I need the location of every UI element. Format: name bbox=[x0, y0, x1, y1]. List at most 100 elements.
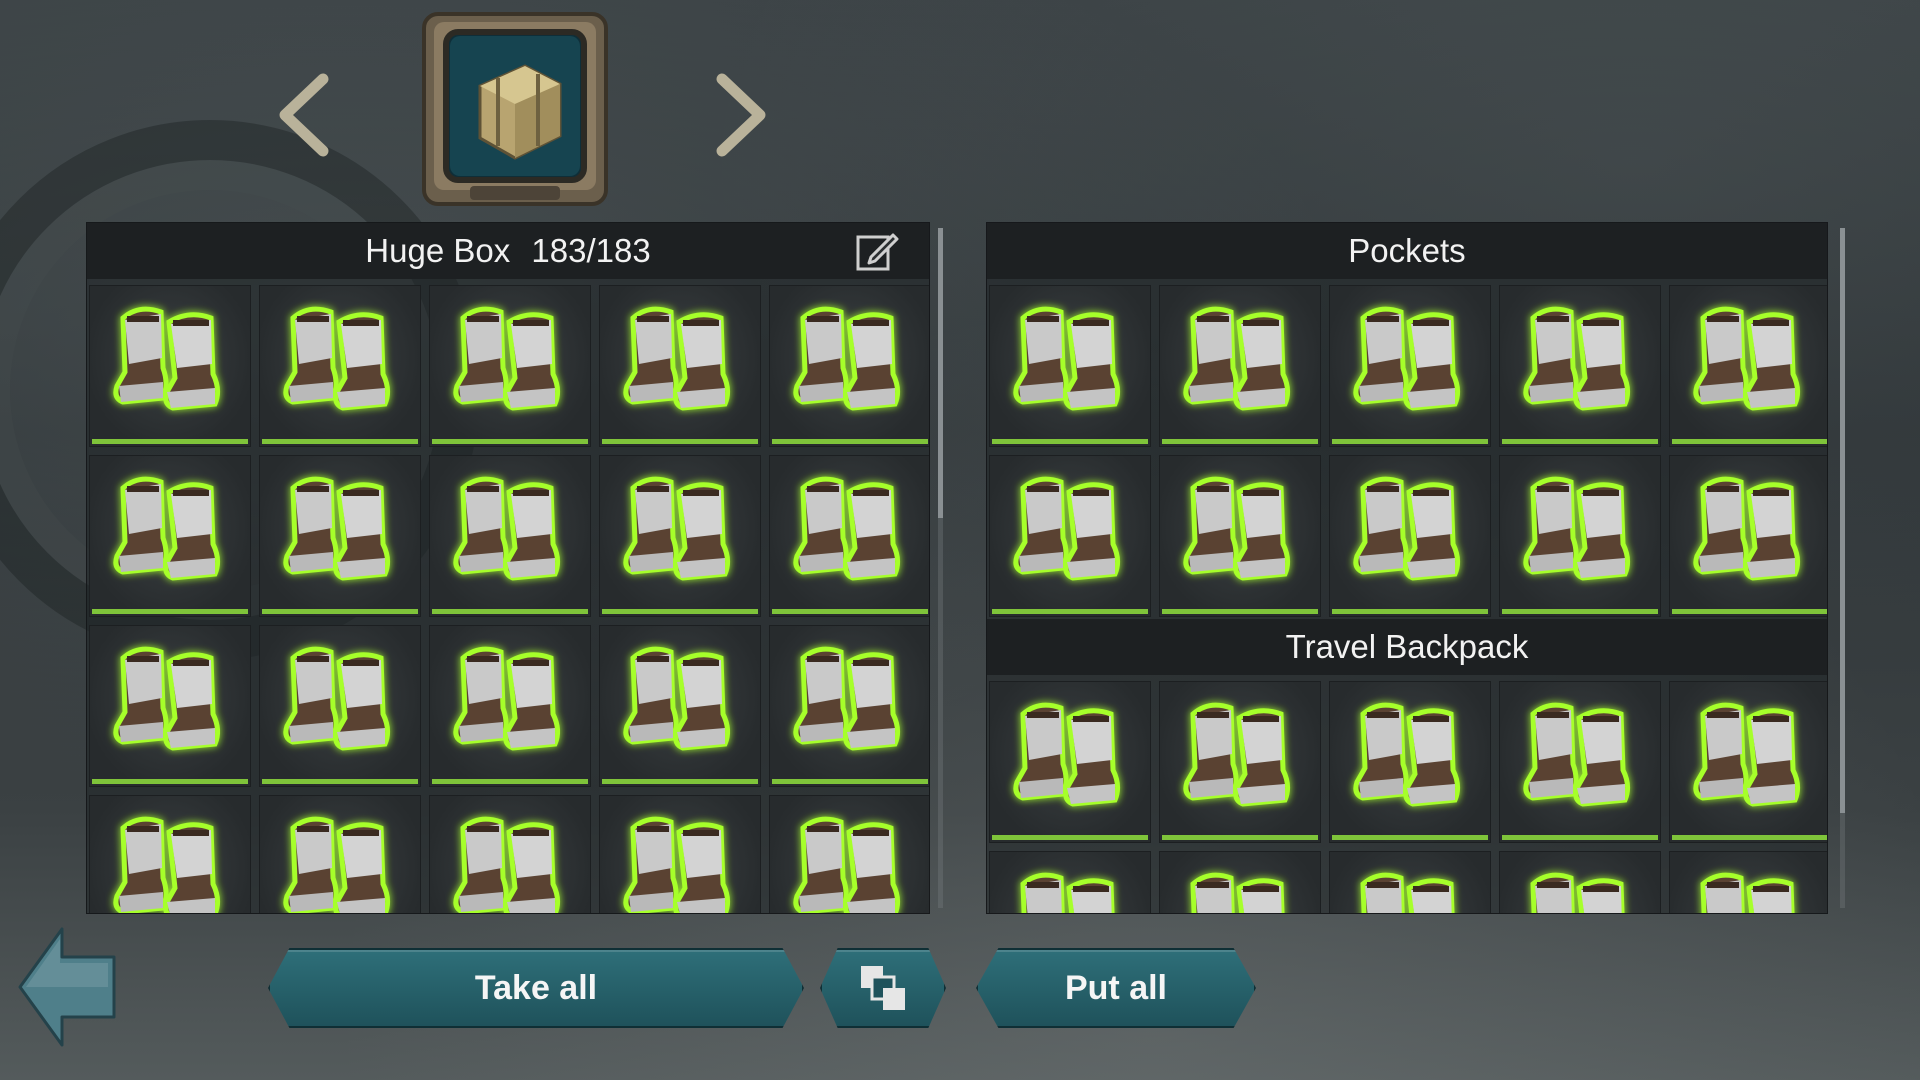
container-item-slot[interactable] bbox=[259, 285, 421, 447]
item-condition-bar bbox=[1332, 439, 1488, 444]
boots-icon bbox=[1700, 872, 1795, 913]
boots-icon bbox=[113, 816, 221, 913]
pockets-title: Pockets bbox=[1348, 232, 1466, 269]
boots-icon bbox=[1530, 872, 1625, 913]
container-item-slot[interactable] bbox=[769, 795, 929, 913]
boots-icon bbox=[793, 306, 901, 411]
boots-icon bbox=[453, 476, 561, 581]
backpack-item-slot[interactable] bbox=[1499, 681, 1661, 843]
item-condition-bar bbox=[1162, 609, 1318, 614]
item-condition-bar bbox=[602, 439, 758, 444]
container-icon bbox=[410, 6, 620, 206]
pockets-item-slot[interactable] bbox=[989, 455, 1151, 617]
container-item-slot[interactable] bbox=[599, 795, 761, 913]
container-grid bbox=[87, 279, 929, 913]
pockets-item-slot[interactable] bbox=[1499, 455, 1661, 617]
inventory-scrollbar[interactable] bbox=[1840, 228, 1845, 908]
item-condition-bar bbox=[992, 835, 1148, 840]
back-button[interactable] bbox=[16, 925, 118, 1049]
previous-container-button[interactable] bbox=[265, 70, 345, 160]
edit-icon bbox=[856, 233, 899, 271]
container-item-slot[interactable] bbox=[259, 455, 421, 617]
container-item-slot[interactable] bbox=[429, 625, 591, 787]
backpack-item-slot[interactable] bbox=[1159, 851, 1321, 913]
boots-icon bbox=[1353, 306, 1461, 411]
item-condition-bar bbox=[1672, 439, 1827, 444]
container-item-slot[interactable] bbox=[429, 285, 591, 447]
pockets-item-slot[interactable] bbox=[1669, 455, 1827, 617]
backpack-item-slot[interactable] bbox=[1159, 681, 1321, 843]
pockets-header: Pockets bbox=[987, 223, 1827, 279]
item-condition-bar bbox=[432, 609, 588, 614]
container-item-slot[interactable] bbox=[769, 455, 929, 617]
container-item-slot[interactable] bbox=[599, 285, 761, 447]
boots-icon bbox=[1190, 872, 1285, 913]
item-condition-bar bbox=[262, 779, 418, 784]
item-condition-bar bbox=[772, 779, 928, 784]
item-condition-bar bbox=[262, 609, 418, 614]
boots-icon bbox=[793, 816, 901, 913]
item-condition-bar bbox=[92, 779, 248, 784]
item-condition-bar bbox=[1332, 609, 1488, 614]
boots-icon bbox=[1693, 306, 1801, 411]
boots-icon bbox=[623, 646, 731, 751]
container-scrollbar[interactable] bbox=[938, 228, 943, 908]
container-item-slot[interactable] bbox=[89, 795, 251, 913]
put-all-button[interactable]: Put all bbox=[976, 948, 1256, 1028]
boots-icon bbox=[1523, 306, 1631, 411]
container-item-slot[interactable] bbox=[89, 285, 251, 447]
boots-icon bbox=[1693, 702, 1801, 807]
item-condition-bar bbox=[1502, 439, 1658, 444]
next-container-button[interactable] bbox=[700, 70, 780, 160]
pockets-item-slot[interactable] bbox=[1669, 285, 1827, 447]
backpack-item-slot[interactable] bbox=[1669, 681, 1827, 843]
container-item-slot[interactable] bbox=[599, 455, 761, 617]
boots-icon bbox=[283, 306, 391, 411]
item-condition-bar bbox=[1672, 835, 1827, 840]
item-condition-bar bbox=[1502, 835, 1658, 840]
container-item-slot[interactable] bbox=[429, 455, 591, 617]
boots-icon bbox=[1353, 476, 1461, 581]
backpack-item-slot[interactable] bbox=[1329, 851, 1491, 913]
container-item-slot[interactable] bbox=[599, 625, 761, 787]
backpack-item-slot[interactable] bbox=[1499, 851, 1661, 913]
backpack-item-slot[interactable] bbox=[989, 851, 1151, 913]
stack-icon bbox=[861, 966, 905, 1010]
pockets-item-slot[interactable] bbox=[1159, 455, 1321, 617]
container-item-slot[interactable] bbox=[259, 625, 421, 787]
rename-container-button[interactable] bbox=[855, 231, 899, 273]
item-condition-bar bbox=[992, 609, 1148, 614]
pockets-item-slot[interactable] bbox=[989, 285, 1151, 447]
backpack-item-slot[interactable] bbox=[1329, 681, 1491, 843]
boots-icon bbox=[1353, 702, 1461, 807]
container-item-slot[interactable] bbox=[429, 795, 591, 913]
container-scroll-thumb[interactable] bbox=[938, 228, 943, 518]
boots-icon bbox=[1693, 476, 1801, 581]
pockets-item-slot[interactable] bbox=[1329, 455, 1491, 617]
boots-icon bbox=[623, 476, 731, 581]
pockets-grid bbox=[987, 279, 1827, 619]
container-item-slot[interactable] bbox=[259, 795, 421, 913]
backpack-title: Travel Backpack bbox=[1285, 628, 1529, 665]
backpack-item-slot[interactable] bbox=[1669, 851, 1827, 913]
backpack-item-slot[interactable] bbox=[989, 681, 1151, 843]
take-all-label: Take all bbox=[474, 968, 598, 1007]
take-all-button[interactable]: Take all bbox=[268, 948, 804, 1028]
boots-icon bbox=[1523, 476, 1631, 581]
inventory-scroll-thumb[interactable] bbox=[1840, 228, 1845, 813]
item-condition-bar bbox=[1332, 835, 1488, 840]
container-item-slot[interactable] bbox=[769, 625, 929, 787]
container-item-slot[interactable] bbox=[89, 455, 251, 617]
container-item-slot[interactable] bbox=[89, 625, 251, 787]
container-item-slot[interactable] bbox=[769, 285, 929, 447]
item-condition-bar bbox=[432, 439, 588, 444]
boots-icon bbox=[453, 646, 561, 751]
crate-icon bbox=[422, 12, 608, 206]
pockets-item-slot[interactable] bbox=[1159, 285, 1321, 447]
pockets-item-slot[interactable] bbox=[1499, 285, 1661, 447]
item-condition-bar bbox=[1502, 609, 1658, 614]
container-capacity: 183/183 bbox=[531, 232, 651, 269]
stack-items-button[interactable] bbox=[820, 948, 946, 1028]
pockets-item-slot[interactable] bbox=[1329, 285, 1491, 447]
boots-icon bbox=[793, 476, 901, 581]
